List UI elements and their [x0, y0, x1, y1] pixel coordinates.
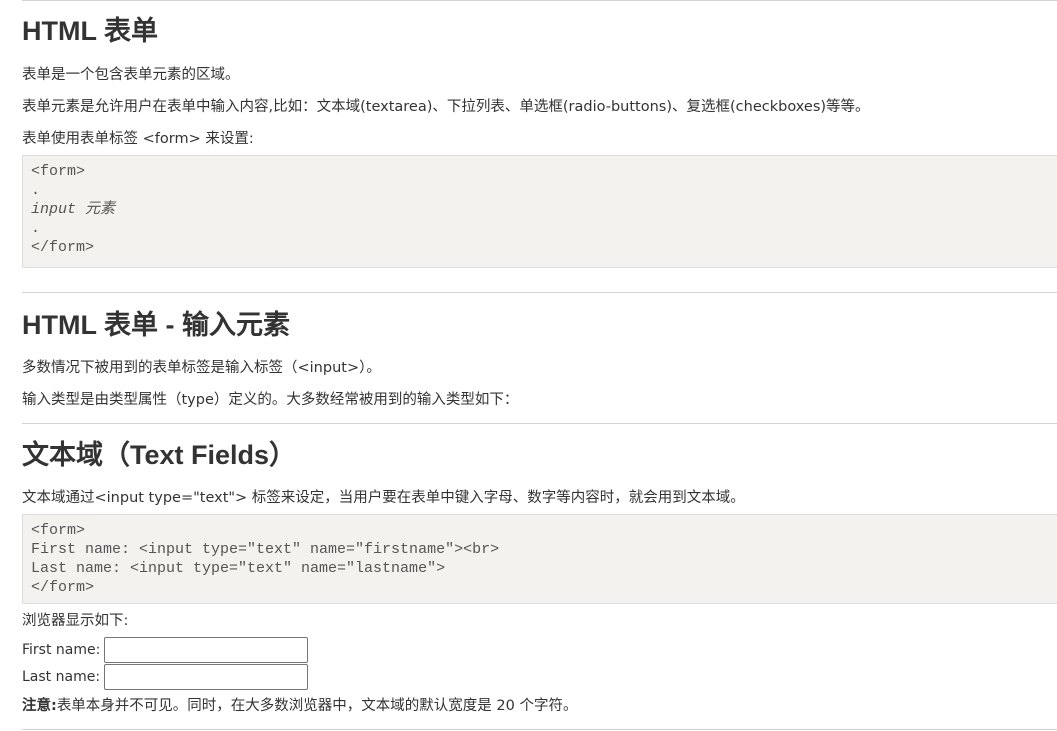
paragraph-form-elements: 表单元素是允许用户在表单中输入内容,比如：文本域(textarea)、下拉列表、… — [22, 99, 870, 115]
divider — [22, 292, 1057, 293]
divider — [22, 729, 1057, 730]
divider — [22, 0, 1057, 1]
code-line: input 元素 — [31, 201, 116, 218]
paragraph-form-intro: 表单是一个包含表单元素的区域。 — [22, 67, 240, 83]
code-line: <form> — [31, 163, 86, 180]
last-name-label: Last name: — [22, 669, 101, 685]
last-name-row: Last name: — [22, 664, 309, 690]
code-line: </form> — [31, 579, 95, 596]
paragraph-text-fields: 文本域通过<input type="text"> 标签来设定，当用户要在表单中键… — [22, 490, 745, 506]
code-line: First name: <input type="text" name="fir… — [31, 541, 500, 558]
first-name-input[interactable] — [104, 637, 309, 663]
section-heading-html-form: HTML 表单 — [22, 16, 158, 46]
section-heading-input-elements: HTML 表单 - 输入元素 — [22, 310, 290, 340]
paragraph-input-types: 输入类型是由类型属性（type）定义的。大多数经常被用到的输入类型如下： — [22, 392, 519, 408]
note-label: 注意: — [22, 698, 57, 714]
paragraph-form-tag: 表单使用表单标签 <form> 来设置: — [22, 131, 254, 147]
note-paragraph: 注意:表单本身并不可见。同时，在大多数浏览器中，文本域的默认宽度是 20 个字符… — [22, 696, 577, 716]
browser-display-label: 浏览器显示如下: — [22, 613, 129, 629]
last-name-input[interactable] — [104, 664, 309, 690]
paragraph-input-tag: 多数情况下被用到的表单标签是输入标签（<input>）。 — [22, 360, 381, 376]
code-line: Last name: <input type="text" name="last… — [31, 560, 446, 577]
first-name-row: First name: — [22, 637, 309, 663]
code-line: </form> — [31, 239, 95, 256]
divider — [22, 423, 1057, 424]
code-line: . — [31, 220, 41, 237]
first-name-label: First name: — [22, 642, 101, 658]
code-line: . — [31, 182, 41, 199]
section-heading-text-fields: 文本域（Text Fields） — [22, 440, 297, 470]
code-line: <form> — [31, 522, 86, 539]
tutorial-page: HTML 表单 表单是一个包含表单元素的区域。 表单元素是允许用户在表单中输入内… — [0, 0, 1057, 731]
note-text: 表单本身并不可见。同时，在大多数浏览器中，文本域的默认宽度是 20 个字符。 — [56, 698, 578, 714]
code-example-text-fields: <form> First name: <input type="text" na… — [22, 514, 1057, 604]
code-example-form: <form> . input 元素 . </form> — [22, 155, 1057, 268]
